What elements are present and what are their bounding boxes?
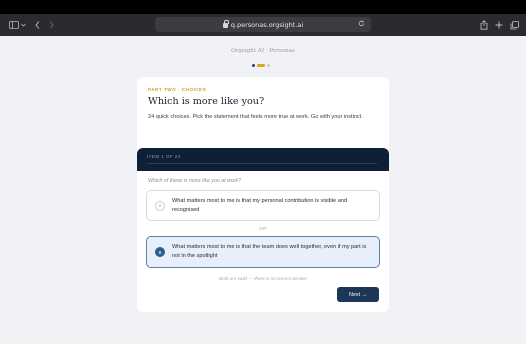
option-a-radio[interactable]: A <box>155 200 165 211</box>
option-b-radio[interactable]: B <box>155 247 165 257</box>
screen-top-bar <box>0 0 526 14</box>
page-content: Orgsight AI · Personas PART TWO · CHOICE… <box>0 36 526 344</box>
progress-dots <box>252 64 270 67</box>
chevron-down-icon[interactable] <box>20 18 26 32</box>
section-label: PART TWO · CHOICES <box>148 87 207 92</box>
reload-icon[interactable] <box>358 20 365 29</box>
option-a[interactable]: A What matters most to me is that my per… <box>146 190 380 221</box>
option-a-text: What matters most to me is that my perso… <box>172 197 348 213</box>
item-progress-line <box>147 163 377 164</box>
brand-title: Orgsight AI · Personas <box>231 48 295 54</box>
back-icon[interactable] <box>34 18 41 32</box>
quiz-card: ITEM 1 OF 24 Which of these is more like… <box>137 148 389 312</box>
address-bar[interactable]: q.personas.orgsight.ai <box>155 17 371 32</box>
quiz-header: ITEM 1 OF 24 <box>137 148 389 171</box>
next-button[interactable]: Next → <box>337 287 379 302</box>
progress-dot-3 <box>267 64 270 67</box>
or-divider: OR <box>259 226 267 231</box>
sidebar-icon[interactable] <box>8 18 19 32</box>
browser-toolbar: q.personas.orgsight.ai <box>0 14 526 36</box>
option-b[interactable]: B What matters most to me is that the te… <box>146 236 380 268</box>
progress-dot-1 <box>252 64 255 67</box>
question-text: Which of these is more like you at work? <box>148 178 241 184</box>
lock-icon <box>222 20 229 28</box>
option-b-text: What matters most to me is that the team… <box>172 244 367 259</box>
url-text: q.personas.orgsight.ai <box>230 20 304 29</box>
share-icon[interactable] <box>479 18 488 32</box>
item-counter: ITEM 1 OF 24 <box>147 154 181 159</box>
page-heading: Which is more like you? <box>148 96 265 107</box>
helper-note: Both are valid — there is no correct ans… <box>218 276 308 281</box>
section-description: 24 quick choices. Pick the statement tha… <box>148 114 363 120</box>
tabs-icon[interactable] <box>509 18 519 32</box>
plus-icon[interactable] <box>494 18 503 32</box>
forward-icon[interactable] <box>48 18 55 32</box>
progress-dot-2 <box>257 64 265 67</box>
